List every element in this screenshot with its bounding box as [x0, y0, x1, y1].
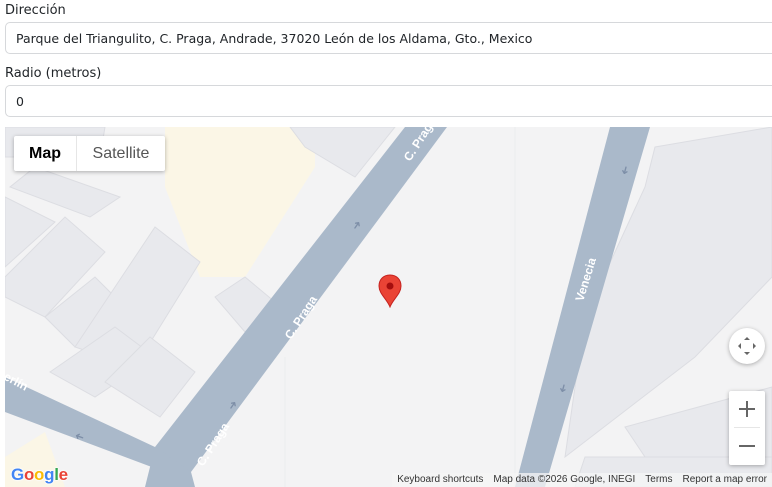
plus-icon — [739, 401, 755, 417]
minus-icon — [739, 445, 755, 447]
address-input[interactable] — [5, 22, 772, 54]
zoom-in-button[interactable] — [729, 391, 765, 427]
report-error-link[interactable]: Report a map error — [677, 473, 772, 487]
radius-label: Radio (metros) — [5, 66, 102, 81]
zoom-out-button[interactable] — [729, 428, 765, 464]
keyboard-shortcuts-link[interactable]: Keyboard shortcuts — [392, 473, 489, 487]
map-pin-icon[interactable] — [377, 274, 403, 308]
map-attribution: Keyboard shortcuts Map data ©2026 Google… — [392, 473, 772, 487]
camera-control-icon — [738, 337, 756, 355]
camera-control-button[interactable] — [729, 328, 765, 364]
map[interactable]: ➜ ➜ ➜ ➜ ➜ C. Praga C. Praga C. Praga Ven… — [5, 127, 772, 487]
radius-input[interactable] — [5, 85, 772, 117]
google-logo[interactable]: Google — [11, 465, 68, 485]
map-type-control: Map Satellite — [14, 136, 165, 171]
address-label: Dirección — [5, 3, 66, 18]
terms-link[interactable]: Terms — [640, 473, 678, 487]
zoom-control — [729, 391, 765, 465]
map-data-text: Map data ©2026 Google, INEGI — [488, 473, 641, 487]
map-type-satellite-button[interactable]: Satellite — [77, 136, 165, 171]
map-type-map-button[interactable]: Map — [14, 136, 77, 171]
